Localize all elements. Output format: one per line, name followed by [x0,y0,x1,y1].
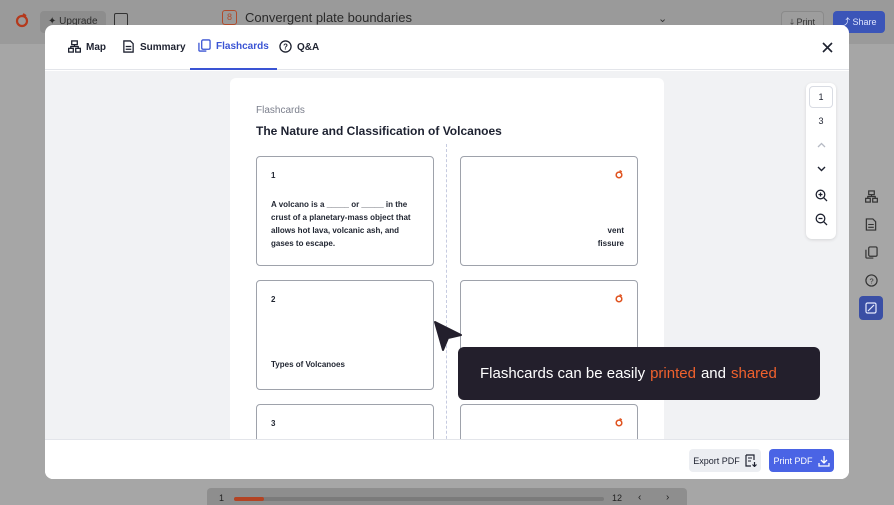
export-pdf-label: Export PDF [693,455,740,466]
card-question: A volcano is a _____ or _____ in the cru… [271,200,411,248]
export-icon [745,454,757,467]
card-answer: vent fissure [598,224,624,250]
close-button[interactable] [819,39,835,55]
doc-title-text: Convergent plate boundaries [245,10,412,25]
flashcards-modal: Map Summary Flashcards ? Q&A Flashcards … [45,25,849,479]
tab-map[interactable]: Map [67,25,106,70]
export-pdf-button[interactable]: Export PDF [689,449,761,472]
brand-logo-icon [615,417,623,427]
tab-flashcards[interactable]: Flashcards [190,25,277,70]
page-up-button[interactable] [809,134,833,156]
svg-text:?: ? [283,42,288,51]
page-indicator-total: 3 [818,116,824,126]
flashcard-back-1: vent fissure [460,156,638,266]
brand-logo-icon [615,169,623,179]
qa-icon[interactable]: ? [859,268,883,292]
svg-text:?: ? [869,276,873,285]
card-number: 3 [271,419,276,428]
tab-flashcards-label: Flashcards [216,41,269,52]
page-indicator-current[interactable]: 1 [809,86,833,108]
page-zoom-panel: 1 3 [806,83,836,239]
chevron-right-icon[interactable]: › [666,492,669,503]
document-title[interactable]: 8 Convergent plate boundaries [222,10,412,25]
tab-summary-label: Summary [140,42,186,53]
card-number: 2 [271,295,276,304]
map-icon[interactable] [859,184,883,208]
app-logo-icon [14,12,32,30]
card-question: Types of Volcanoes [271,360,345,369]
cut-line-divider [446,144,447,439]
share-label: Share [852,17,877,27]
tab-summary[interactable]: Summary [122,25,186,70]
zoom-in-icon [815,189,827,201]
modal-header: Map Summary Flashcards ? Q&A [45,25,849,70]
summary-icon[interactable] [859,212,883,236]
map-icon [67,39,82,56]
background-total-pages: 12 [612,493,623,503]
quiz-icon[interactable] [859,296,883,320]
tab-qa-label: Q&A [297,42,320,53]
chevron-up-icon [817,142,825,148]
page-down-button[interactable] [809,158,833,180]
feature-tooltip: Flashcards can be easily printed and sha… [458,347,820,400]
flashcard-front-2: 2 Types of Volcanoes [256,280,434,390]
qa-icon: ? [279,39,292,56]
flashcard-back-3 [460,404,638,439]
download-icon [817,455,830,467]
tooltip-highlight-printed: printed [650,365,696,382]
doc-number-badge: 8 [222,10,237,25]
tooltip-highlight-shared: shared [731,365,777,382]
chevron-down-icon[interactable]: ⌄ [658,12,667,25]
background-progress-fill [234,497,264,501]
right-rail: ? [851,180,891,330]
zoom-out-icon [815,213,827,225]
tab-map-label: Map [86,42,106,53]
brand-logo-icon [615,293,623,303]
card-number: 1 [271,171,276,180]
flashcard-front-3: 3 [256,404,434,439]
zoom-out-button[interactable] [809,208,833,230]
print-pdf-button[interactable]: Print PDF [769,449,834,472]
modal-footer: Export PDF Print PDF [45,439,849,479]
summary-icon [122,39,135,56]
zoom-in-button[interactable] [809,184,833,206]
tooltip-text-middle: and [700,365,726,382]
pointer-cursor-icon [434,321,462,351]
chevron-down-icon [817,166,825,172]
flashcards-icon [198,38,211,55]
background-progress-bar[interactable] [234,497,604,501]
tooltip-text-before: Flashcards can be easily [480,365,646,382]
close-icon [821,41,833,53]
chevron-left-icon[interactable]: ‹ [638,492,641,503]
card-answer-line: vent [607,226,624,235]
print-pdf-label: Print PDF [773,455,813,466]
sheet-title: The Nature and Classification of Volcano… [256,124,502,138]
tab-qa[interactable]: ? Q&A [279,25,319,70]
card-answer-line: fissure [597,239,624,248]
background-current-page: 1 [219,493,225,503]
sheet-kicker: Flashcards [256,105,305,116]
flashcards-icon[interactable] [859,240,883,264]
flashcard-front-1: 1 A volcano is a _____ or _____ in the c… [256,156,434,266]
